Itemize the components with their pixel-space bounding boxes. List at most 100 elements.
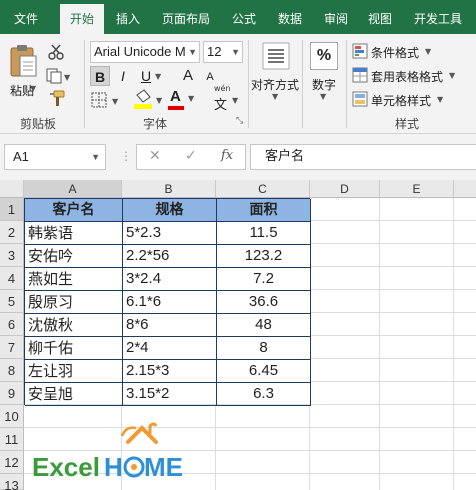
column-header-d[interactable]: D <box>310 180 380 198</box>
table-cell-name[interactable]: 韩紫语 <box>25 222 123 245</box>
table-cell-spec[interactable]: 3*2.4 <box>123 268 217 291</box>
font-group-label: 字体 <box>142 117 167 131</box>
table-cell-name[interactable]: 殷原习 <box>25 291 123 314</box>
chevron-down-icon[interactable]: ▼ <box>425 47 431 56</box>
row-header[interactable]: 13 <box>0 474 24 490</box>
header-cell[interactable]: 面积 <box>217 199 311 222</box>
table-cell-spec[interactable]: 2.15*3 <box>123 360 217 383</box>
table-cell-area[interactable]: 8 <box>217 337 311 360</box>
enter-icon[interactable]: ✓ <box>185 148 197 164</box>
tab-home[interactable]: 开始 <box>60 4 104 34</box>
paste-dropdown-icon[interactable]: ▼ <box>30 84 36 93</box>
table-cell-spec[interactable]: 3.15*2 <box>123 383 217 406</box>
table-cell-spec[interactable]: 8*6 <box>123 314 217 337</box>
font-color-icon[interactable]: A <box>170 88 181 105</box>
bold-button[interactable]: B <box>90 66 110 86</box>
chevron-down-icon[interactable]: ▼ <box>449 71 455 80</box>
table-cell-spec[interactable]: 5*2.3 <box>123 222 217 245</box>
increase-font-button[interactable]: A <box>178 66 198 86</box>
table-cell-name[interactable]: 安佑吟 <box>25 245 123 268</box>
row-header[interactable]: 2 <box>0 221 24 244</box>
ribbon-tab-bar: 文件 开始 插入 页面布局 公式 数据 审阅 视图 开发工具 <box>0 0 476 34</box>
tab-file[interactable]: 文件 <box>0 0 52 34</box>
borders-icon[interactable]: ▼ <box>90 91 124 111</box>
column-header-f[interactable] <box>454 180 476 198</box>
alignment-dropdown-icon[interactable]: ▼ <box>272 92 278 101</box>
row-header[interactable]: 4 <box>0 267 24 290</box>
conditional-format-button[interactable]: 条件格式 <box>371 44 419 61</box>
format-as-table-button[interactable]: 套用表格格式 <box>371 68 443 85</box>
table-cell-area[interactable]: 7.2 <box>217 268 311 291</box>
row-header[interactable]: 11 <box>0 428 24 451</box>
fill-color-icon[interactable]: ▼ <box>132 89 168 111</box>
cell-styles-button[interactable]: 单元格样式 <box>371 92 431 109</box>
table-cell-area[interactable]: 36.6 <box>217 291 311 314</box>
italic-button[interactable]: I <box>113 66 133 86</box>
cut-icon[interactable] <box>48 44 64 60</box>
alignment-button-label[interactable]: 对齐方式 <box>251 76 299 93</box>
row-header[interactable]: 7 <box>0 336 24 359</box>
table-cell-area[interactable]: 123.2 <box>217 245 311 268</box>
formula-input[interactable]: 客户名 <box>250 144 476 170</box>
underline-dropdown-icon[interactable]: ▼ <box>155 72 161 81</box>
font-color-dropdown-icon[interactable]: ▼ <box>188 94 194 103</box>
svg-text:Excel: Excel <box>32 452 100 482</box>
cancel-icon[interactable]: ✕ <box>149 148 161 164</box>
row-header[interactable]: 6 <box>0 313 24 336</box>
column-header-e[interactable]: E <box>380 180 454 198</box>
column-header-a[interactable]: A <box>24 180 122 198</box>
table-cell-area[interactable]: 11.5 <box>217 222 311 245</box>
table-cell-name[interactable]: 柳千佑 <box>25 337 123 360</box>
tab-insert[interactable]: 插入 <box>108 0 148 34</box>
row-header[interactable]: 1 <box>0 198 24 221</box>
row-header[interactable]: 10 <box>0 405 24 428</box>
select-all-corner[interactable] <box>0 180 24 198</box>
name-box[interactable]: A1 ▼ <box>4 144 106 170</box>
table-cell-name[interactable]: 安呈旭 <box>25 383 123 406</box>
phonetic-dropdown-icon[interactable]: ▼ <box>232 96 238 105</box>
insert-function-icon[interactable]: fx <box>221 148 233 163</box>
underline-button[interactable]: U <box>136 66 156 86</box>
tab-formulas[interactable]: 公式 <box>224 0 264 34</box>
chevron-down-icon[interactable]: ▼ <box>91 145 100 169</box>
number-format-button-label[interactable]: 数字 <box>312 76 336 93</box>
splitter-handle-icon[interactable]: ⋮ <box>120 149 132 163</box>
row-header[interactable]: 5 <box>0 290 24 313</box>
header-cell[interactable]: 规格 <box>123 199 217 222</box>
chevron-down-icon[interactable]: ▼ <box>437 95 443 104</box>
font-name-dropdown[interactable]: Arial Unicode M ▼ <box>90 41 200 63</box>
table-cell-name[interactable]: 沈傲秋 <box>25 314 123 337</box>
column-header-c[interactable]: C <box>216 180 310 198</box>
table-cell-area[interactable]: 48 <box>217 314 311 337</box>
row-header[interactable]: 9 <box>0 382 24 405</box>
tab-view[interactable]: 视图 <box>360 0 400 34</box>
tab-data[interactable]: 数据 <box>270 0 310 34</box>
phonetic-guide-icon[interactable]: 文 <box>214 94 227 113</box>
tab-page-layout[interactable]: 页面布局 <box>154 0 218 34</box>
font-size-dropdown[interactable]: 12 ▼ <box>203 41 243 63</box>
percent-icon[interactable]: % <box>310 42 338 70</box>
table-cell-area[interactable]: 6.45 <box>217 360 311 383</box>
paste-icon[interactable] <box>8 44 38 80</box>
tab-review[interactable]: 审阅 <box>316 0 356 34</box>
row-header[interactable]: 12 <box>0 451 24 474</box>
table-cell-spec[interactable]: 2.2*56 <box>123 245 217 268</box>
table-cell-spec[interactable]: 2*4 <box>123 337 217 360</box>
row-header[interactable]: 8 <box>0 359 24 382</box>
column-header-b[interactable]: B <box>122 180 216 198</box>
table-cell-spec[interactable]: 6.1*6 <box>123 291 217 314</box>
chevron-down-icon: ▼ <box>231 47 240 57</box>
font-dialog-launcher-icon[interactable]: ⤡ <box>236 116 243 126</box>
table-cell-area[interactable]: 6.3 <box>217 383 311 406</box>
copy-icon[interactable]: ▼ <box>46 68 72 84</box>
table-cell-name[interactable]: 左让羽 <box>25 360 123 383</box>
table-cell-name[interactable]: 燕如生 <box>25 268 123 291</box>
row-header[interactable]: 3 <box>0 244 24 267</box>
header-cell[interactable]: 客户名 <box>25 199 123 222</box>
number-dropdown-icon[interactable]: ▼ <box>320 92 326 101</box>
alignment-icon[interactable] <box>262 42 290 70</box>
phonetic-guide-label[interactable]: wén <box>214 84 231 93</box>
tab-developer[interactable]: 开发工具 <box>404 0 472 34</box>
format-painter-icon[interactable] <box>48 90 66 108</box>
data-table: 客户名 规格 面积 韩紫语 5*2.3 11.5 安佑吟 2.2*56 123.… <box>24 198 311 406</box>
